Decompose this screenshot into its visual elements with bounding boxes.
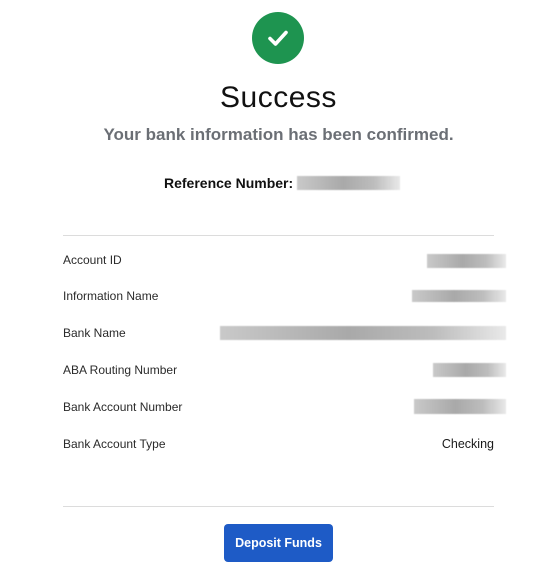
reference-number-redacted-value (297, 176, 401, 190)
reference-number-label: Reference Number: (164, 175, 294, 191)
detail-value-bank-name-redacted (220, 326, 506, 340)
detail-label-account-id: Account ID (63, 253, 122, 267)
detail-value-bank-account-type: Checking (441, 437, 494, 451)
check-icon (268, 30, 288, 46)
detail-value-aba-routing-number-redacted (433, 363, 506, 377)
detail-value-bank-account-number-redacted (414, 399, 506, 414)
detail-label-bank-name: Bank Name (63, 326, 126, 340)
page-title: Success (220, 81, 337, 114)
detail-value-account-id-redacted (427, 254, 506, 268)
reference-number-row: Reference Number: (164, 173, 401, 193)
detail-label-bank-account-number: Bank Account Number (63, 400, 183, 414)
deposit-funds-button[interactable]: Deposit Funds (224, 524, 333, 562)
confirmation-message: Your bank information has been confirmed… (103, 125, 454, 144)
bottom-divider (63, 506, 494, 507)
detail-value-information-name-redacted (412, 290, 506, 302)
success-check-icon (252, 12, 304, 64)
detail-label-aba-routing-number: ABA Routing Number (63, 363, 178, 377)
detail-label-bank-account-type: Bank Account Type (63, 437, 166, 451)
detail-label-information-name: Information Name (63, 289, 159, 303)
top-divider (63, 235, 494, 236)
